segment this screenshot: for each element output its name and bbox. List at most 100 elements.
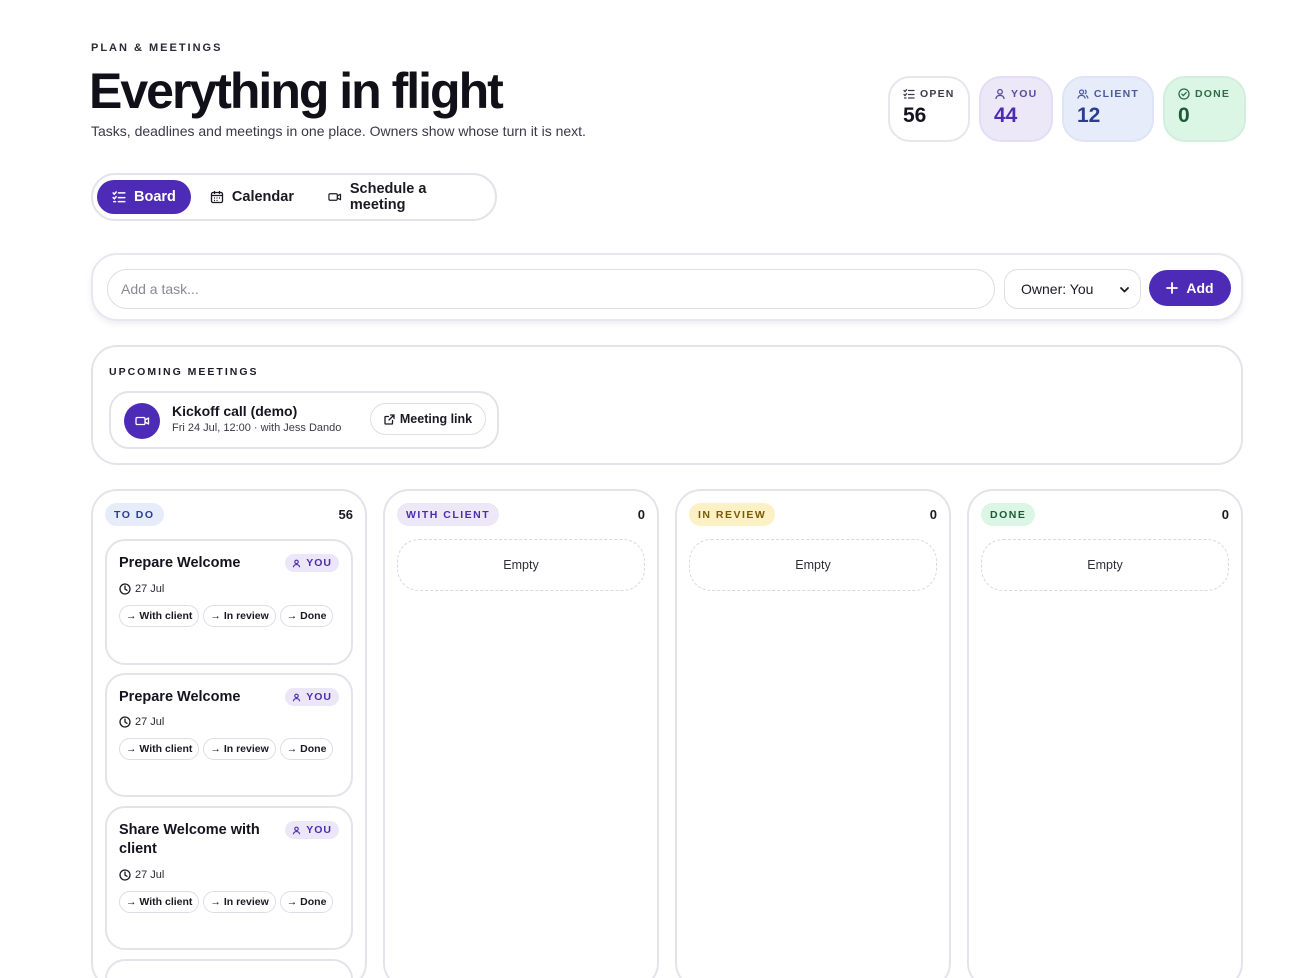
calendar-icon	[210, 191, 224, 204]
meeting-details: Fri 24 Jul, 12:00 · with Jess Dando	[172, 422, 342, 434]
page-eyebrow: PLAN & MEETINGS	[91, 42, 223, 54]
column-todo-label: TO DO	[105, 503, 164, 526]
stat-done-label: DONE	[1195, 88, 1231, 100]
user-icon	[995, 88, 1005, 100]
owner-badge-label: YOU	[306, 691, 332, 703]
task-due-date: 27 Jul	[135, 869, 165, 881]
tab-board-label: Board	[134, 189, 176, 205]
task-due: 27 Jul	[119, 869, 164, 881]
owner-badge-label: YOU	[306, 557, 332, 569]
checklist-icon	[903, 89, 915, 99]
tab-board[interactable]: Board	[97, 180, 191, 214]
task-due-date: 27 Jul	[135, 583, 165, 595]
task-due: 27 Jul	[119, 583, 164, 595]
column-with-client-count: 0	[637, 507, 645, 522]
add-task-button[interactable]: Add	[1149, 270, 1231, 306]
task-title: Share Welcome with client	[119, 822, 260, 857]
user-icon	[293, 693, 301, 701]
owner-select-value: Owner: You	[1021, 281, 1094, 297]
task-card[interactable]: Prepare Welcome YOU 27 Jul → With client…	[105, 539, 353, 665]
users-icon	[1077, 89, 1089, 99]
move-in-review-button[interactable]: → In review	[203, 605, 276, 627]
view-tabs: Board Calendar Schedule a meeting	[91, 173, 497, 221]
empty-placeholder: Empty	[689, 539, 937, 591]
meeting-card[interactable]: Kickoff call (demo) Fri 24 Jul, 12:00 · …	[109, 391, 499, 449]
task-card[interactable]: Prepare Welcome YOU 27 Jul → With client…	[105, 673, 353, 797]
tab-calendar[interactable]: Calendar	[195, 180, 309, 214]
owner-badge: YOU	[285, 821, 339, 839]
task-title: Prepare Welcome	[119, 555, 241, 571]
meeting-title: Kickoff call (demo)	[172, 403, 298, 419]
stat-open-label: OPEN	[920, 88, 955, 100]
task-due: 27 Jul	[119, 716, 164, 728]
stat-you: YOU 44	[979, 76, 1053, 142]
stat-open: OPEN 56	[888, 76, 970, 142]
meeting-link-label: Meeting link	[399, 412, 473, 426]
video-icon	[134, 416, 149, 426]
owner-select[interactable]: Owner: You	[1004, 269, 1141, 309]
task-due-date: 27 Jul	[135, 716, 165, 728]
move-in-review-button[interactable]: → In review	[203, 738, 276, 760]
meeting-link-button[interactable]: Meeting link	[370, 403, 486, 435]
column-in-review: IN REVIEW 0 Empty	[675, 489, 951, 978]
owner-badge: YOU	[285, 688, 339, 706]
video-icon	[328, 193, 342, 201]
external-link-icon	[384, 413, 395, 425]
task-move-actions: → With client → In review → Done	[119, 605, 334, 627]
tab-calendar-label: Calendar	[231, 189, 294, 205]
stat-you-label: YOU	[1011, 88, 1038, 100]
tab-schedule-meeting-label: Schedule a meeting	[349, 181, 427, 213]
user-icon	[293, 559, 301, 567]
clock-icon	[119, 869, 131, 881]
move-with-client-button[interactable]: → With client	[119, 891, 200, 913]
column-in-review-label: IN REVIEW	[689, 503, 776, 526]
owner-badge: YOU	[285, 554, 339, 572]
task-move-actions: → With client → In review → Done	[119, 891, 334, 913]
tab-schedule-meeting[interactable]: Schedule a meeting	[313, 180, 491, 214]
stat-done: DONE 0	[1163, 76, 1246, 142]
task-input[interactable]	[107, 269, 995, 309]
task-title: Prepare Welcome	[119, 689, 241, 705]
owner-badge-label: YOU	[306, 824, 332, 836]
clock-icon	[119, 583, 131, 595]
check-circle-icon	[1178, 88, 1190, 100]
stat-done-value: 0	[1178, 104, 1190, 127]
clock-icon	[119, 716, 131, 728]
column-in-review-count: 0	[929, 507, 937, 522]
move-done-button[interactable]: → Done	[279, 891, 334, 913]
column-done-count: 0	[1221, 507, 1229, 522]
column-todo: TO DO 56 Prepare Welcome YOU 27 Jul → Wi…	[91, 489, 367, 978]
stat-you-value: 44	[994, 104, 1018, 127]
checklist-icon	[112, 191, 126, 203]
meeting-avatar	[124, 403, 160, 439]
page-title: Everything in flight	[89, 63, 504, 119]
task-card[interactable]: Share Welcome with client YOU 27 Jul → W…	[105, 806, 353, 950]
column-done-label: DONE	[981, 503, 1036, 526]
move-done-button[interactable]: → Done	[279, 738, 334, 760]
column-with-client: WITH CLIENT 0 Empty	[383, 489, 659, 978]
move-with-client-button[interactable]: → With client	[119, 605, 200, 627]
empty-placeholder: Empty	[981, 539, 1229, 591]
upcoming-meetings-title: UPCOMING MEETINGS	[109, 366, 259, 378]
column-done: DONE 0 Empty	[967, 489, 1243, 978]
plus-icon	[1166, 282, 1179, 294]
move-with-client-button[interactable]: → With client	[119, 738, 200, 760]
stat-client: CLIENT 12	[1062, 76, 1154, 142]
stat-open-value: 56	[903, 104, 927, 127]
stats-row: OPEN 56 YOU 44 CLIENT 12 DONE 0	[888, 76, 1246, 142]
user-icon	[293, 826, 301, 834]
move-done-button[interactable]: → Done	[279, 605, 334, 627]
column-todo-count: 56	[338, 507, 353, 522]
empty-placeholder: Empty	[397, 539, 645, 591]
column-with-client-label: WITH CLIENT	[397, 503, 500, 526]
stat-client-value: 12	[1077, 104, 1101, 127]
upcoming-meetings: UPCOMING MEETINGS Kickoff call (demo) Fr…	[91, 345, 1243, 465]
task-card-partial[interactable]	[105, 959, 353, 978]
add-task-button-label: Add	[1186, 280, 1214, 296]
add-task-bar: Owner: You Add	[91, 253, 1243, 321]
chevron-down-icon	[1120, 286, 1129, 292]
page-subtitle: Tasks, deadlines and meetings in one pla…	[91, 123, 586, 139]
stat-client-label: CLIENT	[1093, 88, 1139, 100]
task-move-actions: → With client → In review → Done	[119, 738, 334, 760]
move-in-review-button[interactable]: → In review	[203, 891, 276, 913]
